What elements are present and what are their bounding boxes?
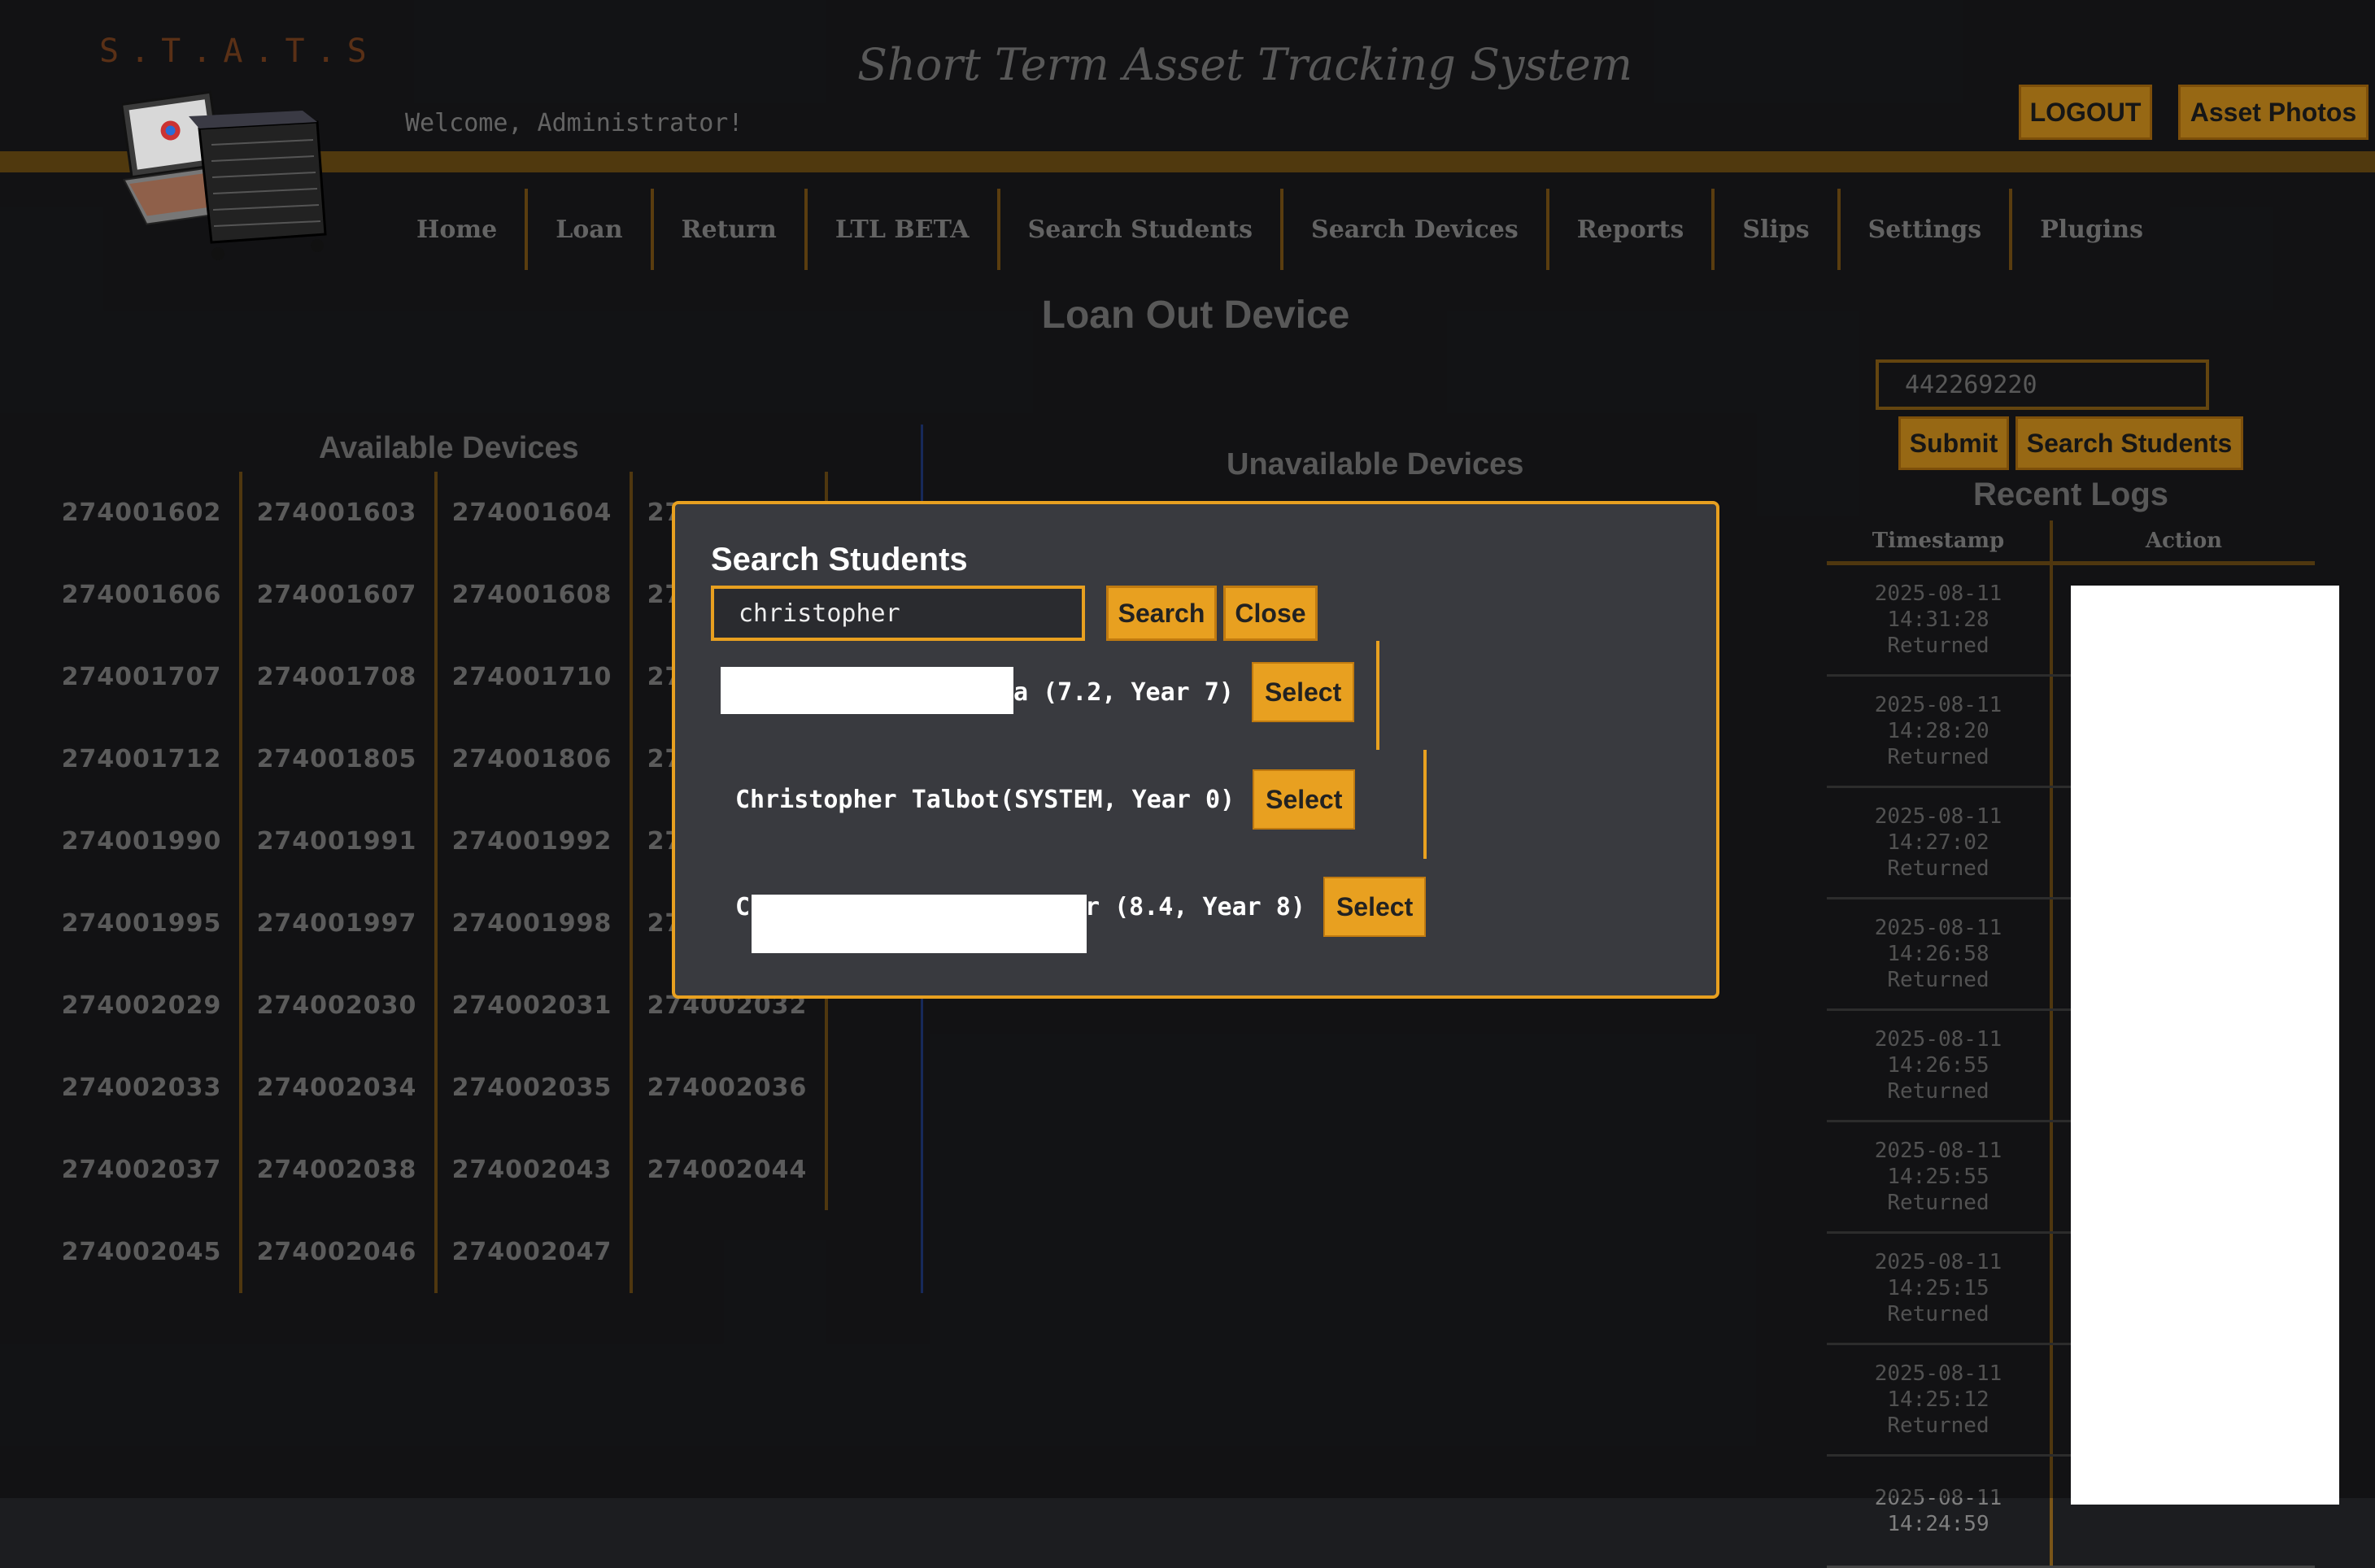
device-item[interactable]: 274001992 (434, 800, 630, 882)
unavailable-devices-title: Unavailable Devices (1227, 447, 1524, 481)
device-item[interactable]: 274002030 (239, 965, 434, 1047)
device-item[interactable]: 274001604 (434, 472, 630, 554)
student-detail: (SYSTEM, Year 0) (1000, 785, 1235, 814)
device-column-3: 274001604 274001608 274001710 274001806 … (434, 472, 633, 1293)
action-column-header: Action (2145, 529, 2223, 553)
log-timestamp: 2025-08-11 14:26:55 Returned (1827, 1011, 2053, 1120)
select-student-button[interactable]: Select (1251, 662, 1355, 722)
nav-search-devices[interactable]: Search Devices (1283, 189, 1549, 270)
recent-logs-title: Recent Logs (1972, 477, 2169, 512)
search-students-button[interactable]: Search Students (2015, 416, 2243, 470)
device-item[interactable]: 274002036 (630, 1047, 825, 1129)
redacted-name (752, 895, 1087, 953)
device-item[interactable]: 274002043 (434, 1129, 630, 1211)
device-item[interactable]: 274001805 (239, 718, 434, 800)
nav-home[interactable]: Home (389, 189, 529, 270)
log-timestamp: 2025-08-11 14:27:02 Returned (1827, 788, 2053, 897)
device-column-2: 274001603 274001607 274001708 274001805 … (239, 472, 438, 1293)
device-item[interactable]: 274002045 (44, 1211, 239, 1293)
device-item[interactable]: 274001998 (434, 882, 630, 965)
device-item[interactable]: 274001707 (44, 636, 239, 718)
log-timestamp: 2025-08-11 14:26:58 Returned (1827, 899, 2053, 1008)
device-item[interactable]: 274001995 (44, 882, 239, 965)
device-item[interactable]: 274001608 (434, 554, 630, 636)
nav-ltl-beta[interactable]: LTL BETA (808, 189, 1000, 270)
device-item[interactable]: 274001708 (239, 636, 434, 718)
search-students-modal: Search Students Search Close a (7.2, Yea… (672, 501, 1719, 999)
nav-settings[interactable]: Settings (1841, 189, 2013, 270)
nav-return[interactable]: Return (654, 189, 808, 270)
laptop-cart-logo-icon (122, 90, 327, 260)
nav-slips[interactable]: Slips (1715, 189, 1841, 270)
welcome-message: Welcome, Administrator! (405, 109, 743, 137)
main-nav: Home Loan Return LTL BETA Search Student… (389, 189, 2171, 270)
select-student-button[interactable]: Select (1323, 877, 1427, 937)
log-timestamp: 2025-08-11 14:24:59 (1827, 1457, 2053, 1566)
student-detail: a (7.2, Year 7) (1013, 677, 1234, 707)
device-item[interactable]: 274002037 (44, 1129, 239, 1211)
nav-search-students[interactable]: Search Students (1000, 189, 1284, 270)
header-divider (0, 151, 2375, 172)
log-timestamp: 2025-08-11 14:25:15 Returned (1827, 1234, 2053, 1343)
available-devices-title: Available Devices (319, 431, 579, 465)
device-item[interactable]: 274001602 (44, 472, 239, 554)
device-item[interactable]: 274001606 (44, 554, 239, 636)
redacted-name (721, 667, 1013, 714)
student-result-row: Christopher Talbot (SYSTEM, Year 0) Sele… (735, 769, 1356, 830)
modal-close-button[interactable]: Close (1223, 586, 1318, 641)
device-item[interactable]: 274001710 (434, 636, 630, 718)
submit-button[interactable]: Submit (1898, 416, 2009, 470)
device-item[interactable]: 274001712 (44, 718, 239, 800)
device-item[interactable]: 274002038 (239, 1129, 434, 1211)
logout-button[interactable]: LOGOUT (2019, 85, 2152, 140)
device-item[interactable]: 274002035 (434, 1047, 630, 1129)
log-timestamp: 2025-08-11 14:31:28 Returned (1827, 565, 2053, 674)
device-item[interactable]: 274002047 (434, 1211, 630, 1293)
log-timestamp: 2025-08-11 14:25:55 Returned (1827, 1122, 2053, 1231)
nav-loan[interactable]: Loan (528, 189, 654, 270)
result-divider (1423, 750, 1427, 859)
device-item[interactable]: 274001997 (239, 882, 434, 965)
student-detail: r (8.4, Year 8) (1085, 892, 1305, 921)
device-item[interactable]: 274001806 (434, 718, 630, 800)
device-item[interactable]: 274002046 (239, 1211, 434, 1293)
device-item[interactable]: 274001990 (44, 800, 239, 882)
nav-plugins[interactable]: Plugins (2012, 189, 2171, 270)
device-column-1: 274001602 274001606 274001707 274001712 … (44, 472, 242, 1293)
student-name: Christopher Talbot (735, 785, 1000, 814)
logs-header-row: Timestamp Action (1827, 520, 2315, 565)
asset-scan-input[interactable] (1876, 359, 2209, 410)
student-search-input[interactable] (711, 586, 1085, 641)
timestamp-column-header: Timestamp (1827, 520, 2053, 561)
log-timestamp: 2025-08-11 14:28:20 Returned (1827, 677, 2053, 786)
modal-title: Search Students (711, 542, 968, 577)
device-item[interactable]: 274002044 (630, 1129, 825, 1211)
device-item[interactable]: 274002034 (239, 1047, 434, 1129)
asset-photos-button[interactable]: Asset Photos (2178, 85, 2368, 140)
nav-reports[interactable]: Reports (1549, 189, 1715, 270)
device-item[interactable]: 274001603 (239, 472, 434, 554)
site-logo-text: S.T.A.T.S (99, 33, 378, 70)
device-item[interactable]: 274002029 (44, 965, 239, 1047)
device-item[interactable]: 274001991 (239, 800, 434, 882)
page-title: Loan Out Device (1041, 294, 1350, 337)
device-item[interactable]: 274001607 (239, 554, 434, 636)
site-title: Short Term Asset Tracking System (857, 39, 1633, 90)
device-item[interactable]: 274002031 (434, 965, 630, 1047)
log-timestamp: 2025-08-11 14:25:12 Returned (1827, 1345, 2053, 1454)
select-student-button[interactable]: Select (1253, 769, 1356, 830)
result-divider (1376, 641, 1379, 750)
device-item[interactable]: 274002033 (44, 1047, 239, 1129)
redacted-area (2071, 586, 2339, 1505)
modal-search-button[interactable]: Search (1106, 586, 1217, 641)
